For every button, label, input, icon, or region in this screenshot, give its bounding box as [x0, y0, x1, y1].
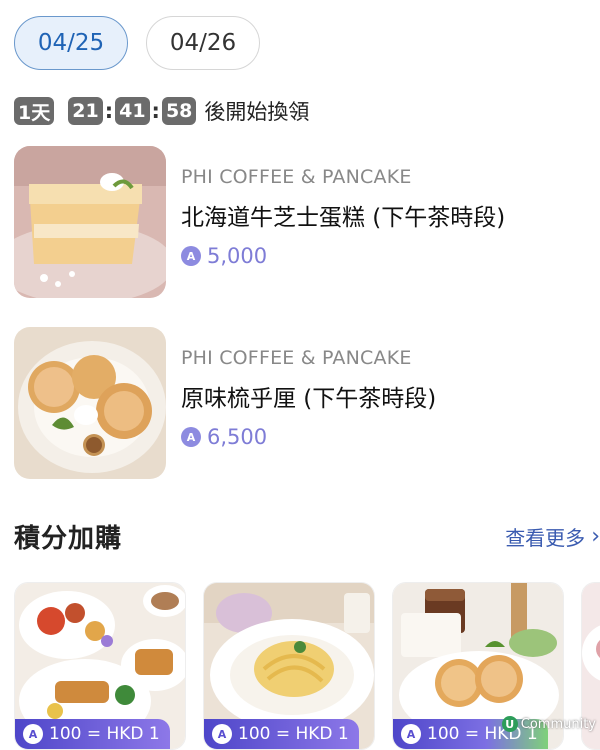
see-more-link[interactable]: 查看更多 ›	[505, 522, 600, 551]
points-icon: A	[212, 724, 232, 744]
points-icon: A	[181, 246, 201, 266]
points-rate-badge: A 100 = HKD 1	[204, 719, 359, 749]
u-logo-icon: U	[501, 716, 518, 732]
reward-name: 北海道牛芝士蛋糕 (下午茶時段)	[181, 205, 506, 231]
section-header: 積分加購 查看更多 ›	[14, 518, 600, 555]
reward-item[interactable]: PHI COFFEE & PANCAKE 北海道牛芝士蛋糕 (下午茶時段) A …	[14, 146, 586, 298]
countdown-seconds: 58	[161, 97, 197, 125]
date-tab-0425[interactable]: 04/25	[14, 16, 128, 70]
product-card[interactable]: A 100 = HKD 1	[14, 582, 186, 750]
reward-points: A 6,500	[181, 425, 436, 449]
points-rate-label: 100 = HKD 1	[238, 724, 349, 744]
reward-image-souffle	[14, 327, 166, 479]
reward-points-value: 6,500	[207, 425, 268, 449]
points-rate-label: 100 = HKD 1	[49, 724, 160, 744]
reward-info: PHI COFFEE & PANCAKE 北海道牛芝士蛋糕 (下午茶時段) A …	[181, 146, 505, 298]
product-card[interactable]: A 100 = HKD 1	[203, 582, 375, 750]
reward-brand: PHI COFFEE & PANCAKE	[181, 166, 412, 188]
date-tabs: 04/25 04/26	[14, 16, 260, 70]
community-watermark: U Community	[501, 716, 596, 732]
date-tab-0426[interactable]: 04/26	[146, 16, 260, 70]
chevron-right-icon: ›	[591, 524, 600, 549]
points-rate-badge: A 100 = HKD 1	[15, 719, 170, 749]
see-more-label: 查看更多	[505, 526, 586, 550]
section-title: 積分加購	[14, 524, 123, 554]
countdown-label: 後開始換領	[204, 100, 310, 124]
countdown-days: 1天	[14, 97, 55, 125]
reward-name: 原味梳乎厘 (下午茶時段)	[181, 386, 437, 412]
watermark-label: Community	[520, 716, 596, 732]
reward-points-value: 5,000	[207, 244, 268, 268]
reward-brand: PHI COFFEE & PANCAKE	[181, 347, 412, 369]
points-icon: A	[23, 724, 43, 744]
points-icon: A	[401, 724, 421, 744]
reward-image-cake	[14, 146, 166, 298]
countdown: 1天 21 : 41 : 58 後開始換領	[14, 96, 309, 126]
points-icon: A	[181, 427, 201, 447]
reward-item[interactable]: PHI COFFEE & PANCAKE 原味梳乎厘 (下午茶時段) A 6,5…	[14, 327, 586, 479]
countdown-minutes: 41	[115, 97, 150, 125]
reward-points: A 5,000	[181, 244, 505, 268]
countdown-hours: 21	[68, 97, 103, 125]
reward-info: PHI COFFEE & PANCAKE 原味梳乎厘 (下午茶時段) A 6,5…	[181, 327, 436, 479]
